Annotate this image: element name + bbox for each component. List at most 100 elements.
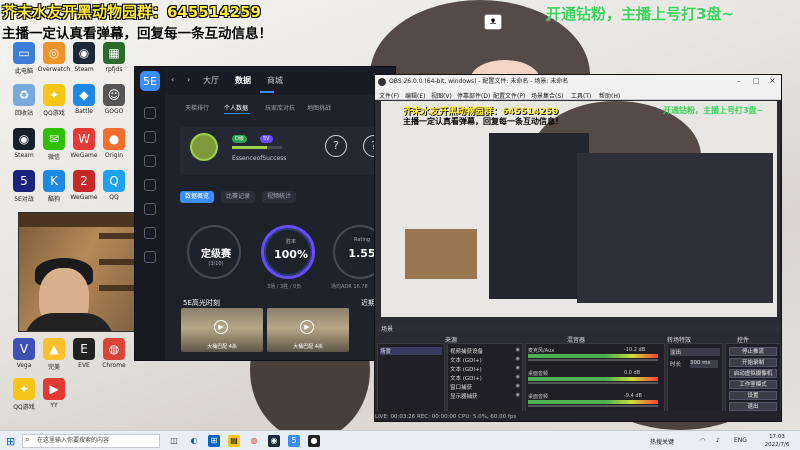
source-item[interactable]: 视频捕获设备 ◉: [450, 347, 520, 355]
highlight-clip[interactable]: ▶ 大桶巴配 4杀: [181, 308, 263, 352]
source-item[interactable]: 窗口捕获 ◉: [450, 383, 520, 391]
transition-select[interactable]: 淡出: [670, 348, 720, 356]
avatar[interactable]: [190, 133, 218, 161]
tab-data[interactable]: 数据: [235, 75, 251, 86]
forward-arrow-icon[interactable]: ›: [187, 75, 190, 84]
subtab-personal[interactable]: 个人数据: [224, 103, 248, 112]
obs-taskbar-icon[interactable]: ●: [308, 435, 320, 447]
mixer-channel: 麦克风/Aux -10.2 dB: [528, 347, 664, 367]
scene-item[interactable]: 场景: [380, 347, 442, 355]
volume-slider[interactable]: [528, 382, 658, 384]
menu-profile[interactable]: 配置文件(P): [493, 91, 525, 100]
sidebar-chart-icon[interactable]: [144, 155, 156, 167]
menu-tools[interactable]: 工具(T): [571, 91, 591, 100]
source-item[interactable]: 文本 (GDI+) ◉: [450, 374, 520, 382]
5e-taskbar-icon[interactable]: 5: [288, 435, 300, 447]
desktop-icon[interactable]: ● Origin: [94, 128, 134, 159]
volume-slider[interactable]: [528, 359, 658, 361]
source-item[interactable]: 显示器捕获 ◉: [450, 392, 520, 400]
control-button[interactable]: 工作室模式: [729, 380, 777, 389]
filter-match-button[interactable]: 比赛记录: [221, 191, 255, 203]
sidebar-friends-icon[interactable]: [144, 227, 156, 239]
scene-header: 场景: [381, 326, 394, 333]
desktop-icon[interactable]: Q QQ: [94, 170, 134, 201]
sidebar-video-icon[interactable]: [144, 203, 156, 215]
visibility-icon[interactable]: ◉: [516, 383, 520, 389]
stat-label: 胜率: [285, 239, 296, 245]
stat-winrate: 胜率 100%: [261, 225, 315, 279]
control-button[interactable]: 开始录制: [729, 358, 777, 367]
subtab-maps[interactable]: 地图挑战: [307, 103, 331, 112]
tab-lobby[interactable]: 大厅: [203, 75, 219, 86]
desktop-icon-label: Origin: [104, 152, 124, 159]
sidebar-settings-icon[interactable]: [144, 251, 156, 263]
control-button[interactable]: 启动虚拟摄像机: [729, 369, 777, 378]
sidebar-home-icon[interactable]: [144, 107, 156, 119]
play-icon[interactable]: ▶: [214, 320, 228, 334]
steam-taskbar-icon[interactable]: ◉: [268, 435, 280, 447]
visibility-icon[interactable]: ◉: [516, 374, 520, 380]
menu-docks[interactable]: 停靠部件(D): [457, 91, 490, 100]
control-button[interactable]: 退出: [729, 402, 777, 411]
menu-help[interactable]: 帮助(H): [599, 91, 620, 100]
visibility-icon[interactable]: ◉: [516, 356, 520, 362]
obs-preview[interactable]: 芥末水友开黑动物园群：645514259 主播一定认真看弹幕，回复每一条互动信息…: [381, 101, 777, 317]
windows-start-icon[interactable]: ⊞: [6, 435, 15, 448]
visibility-icon[interactable]: ◉: [516, 365, 520, 371]
control-button[interactable]: 停止推流: [729, 347, 777, 356]
subtab-ladder[interactable]: 天梯排行: [185, 103, 209, 112]
visibility-icon[interactable]: ◉: [516, 347, 520, 353]
menu-scenes[interactable]: 场景集合(S): [531, 91, 564, 100]
subtab-versus[interactable]: 玩家库对抗: [265, 103, 295, 112]
filter-video-button[interactable]: 视频统计: [262, 191, 296, 203]
obs-status-bar: LIVE: 00:03:26 REC: 00:00:00 CPU: 5.0%, …: [375, 411, 781, 421]
network-icon[interactable]: ◠: [700, 437, 705, 444]
menu-edit[interactable]: 编辑(E): [405, 91, 425, 100]
help-icon[interactable]: ?: [325, 135, 347, 157]
desktop-icon[interactable]: ▦ rpfjds: [94, 42, 134, 73]
back-arrow-icon[interactable]: ‹: [171, 75, 174, 84]
cat-emoji-icon: ᴥ: [484, 14, 502, 30]
filter-overview-button[interactable]: 数据概览: [180, 191, 214, 203]
close-icon[interactable]: ×: [769, 76, 776, 85]
task-view-icon[interactable]: ◫: [168, 435, 180, 447]
source-item[interactable]: 文本 (GDI+) ◉: [450, 356, 520, 364]
sidebar-trophy-icon[interactable]: [144, 179, 156, 191]
menu-file[interactable]: 文件(F): [379, 91, 399, 100]
maximize-icon[interactable]: □: [753, 77, 760, 85]
windows-store-icon[interactable]: ⊞: [208, 435, 220, 447]
visibility-icon[interactable]: ◉: [516, 392, 520, 398]
tab-shop[interactable]: 商城: [267, 75, 283, 86]
chrome-taskbar-icon[interactable]: ◍: [248, 435, 260, 447]
overwatch-icon: ◎: [43, 42, 65, 64]
taskbar-search-input[interactable]: 在这里输入你要搜索的内容: [22, 434, 160, 448]
source-item[interactable]: 文本 (GDI+) ◉: [450, 365, 520, 373]
origin-icon: ●: [103, 128, 125, 150]
edge-icon[interactable]: ◐: [188, 435, 200, 447]
level-badge: D级: [232, 135, 247, 143]
desktop-icon[interactable]: ☺ GOGO: [94, 84, 134, 115]
play-icon[interactable]: ▶: [300, 320, 314, 334]
mixer-channel-name: 桌面音频: [528, 371, 549, 377]
duration-input[interactable]: 300 ms: [690, 360, 718, 368]
clock[interactable]: 17:03 2022/7/6: [757, 433, 797, 449]
kugou-icon: K: [43, 170, 65, 192]
desktop-icon-label: Chrome: [102, 362, 126, 369]
language-indicator[interactable]: ENG: [734, 437, 747, 444]
obs-menu-bar: 文件(F) 编辑(E) 视图(V) 停靠部件(D) 配置文件(P) 场景集合(S…: [375, 89, 781, 100]
tray-news[interactable]: 热搜关键: [650, 437, 674, 446]
file-explorer-icon[interactable]: ▤: [228, 435, 240, 447]
minimize-icon[interactable]: –: [737, 77, 741, 85]
desktop-icon[interactable]: ▶ YY: [34, 378, 74, 409]
vip-badge: 5V: [260, 135, 273, 143]
recent-title: 近期: [361, 299, 375, 307]
preview-client: [489, 133, 589, 299]
desktop-icon[interactable]: ◍ Chrome: [94, 338, 134, 369]
menu-view[interactable]: 视图(V): [431, 91, 452, 100]
volume-slider[interactable]: [528, 405, 658, 407]
sidebar-list-icon[interactable]: [144, 131, 156, 143]
scenes-panel: 场景: [377, 343, 445, 415]
control-button[interactable]: 设置: [729, 391, 777, 400]
highlight-clip[interactable]: ▶ 大桶巴配 4杀: [267, 308, 349, 352]
volume-icon[interactable]: ♪: [716, 437, 720, 444]
